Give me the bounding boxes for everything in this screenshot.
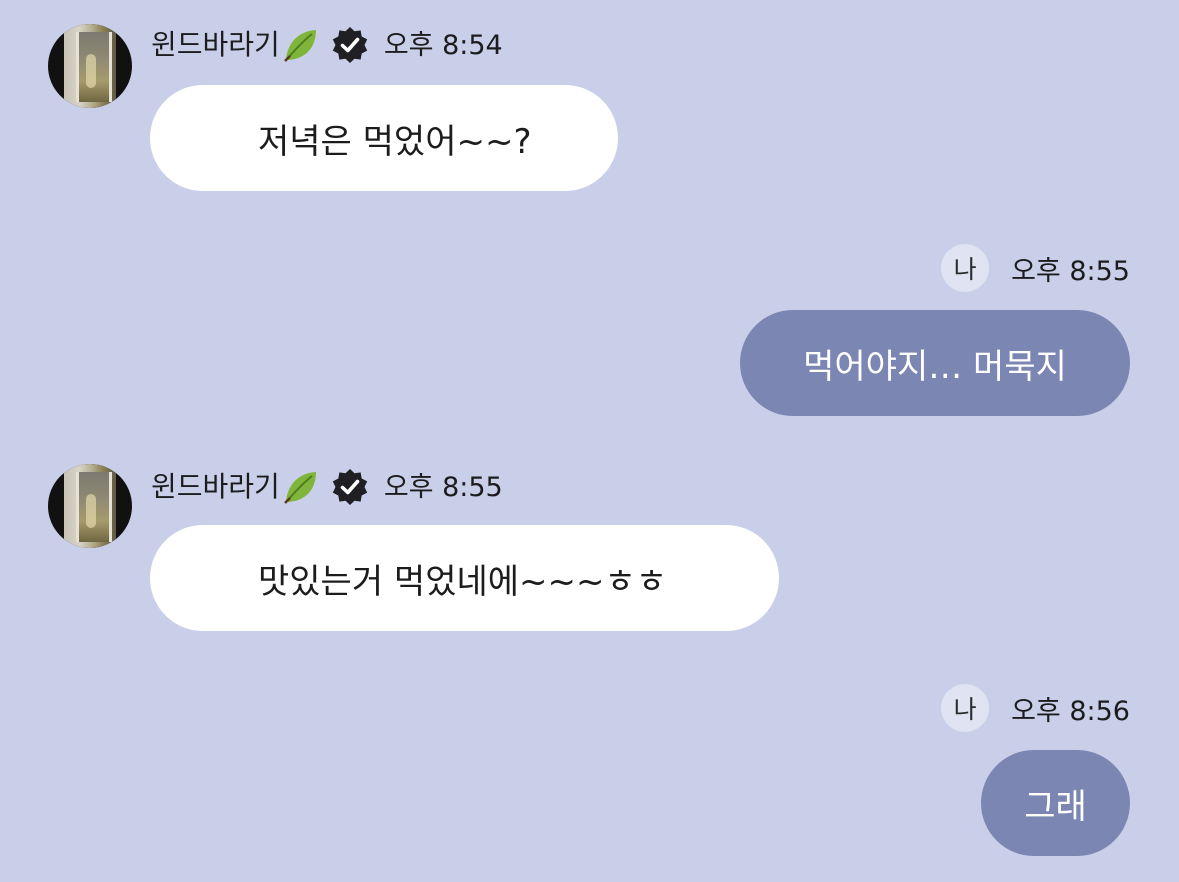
avatar-photo: [64, 24, 116, 108]
me-badge: 나: [941, 684, 990, 732]
message-time: 오후 8:55: [1011, 255, 1130, 287]
message-bubble-outgoing[interactable]: 먹어야지… 머묵지: [740, 310, 1130, 416]
message-bubble-incoming[interactable]: 맛있는거 먹었네에~~~ㅎㅎ: [150, 525, 779, 631]
sender-header: 윈드바라기 오후 8:55: [151, 467, 503, 507]
my-message-header: 나 오후 8:56: [941, 684, 1130, 732]
message-text: 그래: [1024, 786, 1087, 827]
sender-header: 윈드바라기 오후 8:54: [151, 25, 503, 65]
message-text: 먹어야지… 머묵지: [803, 346, 1067, 387]
sender-avatar[interactable]: [48, 464, 132, 548]
verified-badge-icon: [332, 469, 368, 505]
sender-avatar[interactable]: [48, 24, 132, 108]
leaf-icon: [283, 472, 316, 504]
message-bubble-outgoing[interactable]: 그래: [981, 750, 1130, 856]
sender-name[interactable]: 윈드바라기: [151, 473, 280, 501]
message-bubble-incoming[interactable]: 저녁은 먹었어~~?: [150, 85, 618, 191]
message-time: 오후 8:56: [1011, 695, 1130, 727]
me-badge: 나: [941, 244, 990, 292]
message-time: 오후 8:54: [383, 29, 503, 61]
message-time: 오후 8:55: [383, 471, 503, 503]
sender-name[interactable]: 윈드바라기: [151, 31, 280, 59]
my-message-header: 나 오후 8:55: [941, 244, 1130, 292]
message-text: 맛있는거 먹었네에~~~ㅎㅎ: [258, 561, 668, 602]
verified-badge-icon: [332, 27, 368, 63]
avatar-photo: [64, 464, 116, 548]
leaf-icon: [283, 30, 316, 62]
message-text: 저녁은 먹었어~~?: [258, 121, 532, 162]
